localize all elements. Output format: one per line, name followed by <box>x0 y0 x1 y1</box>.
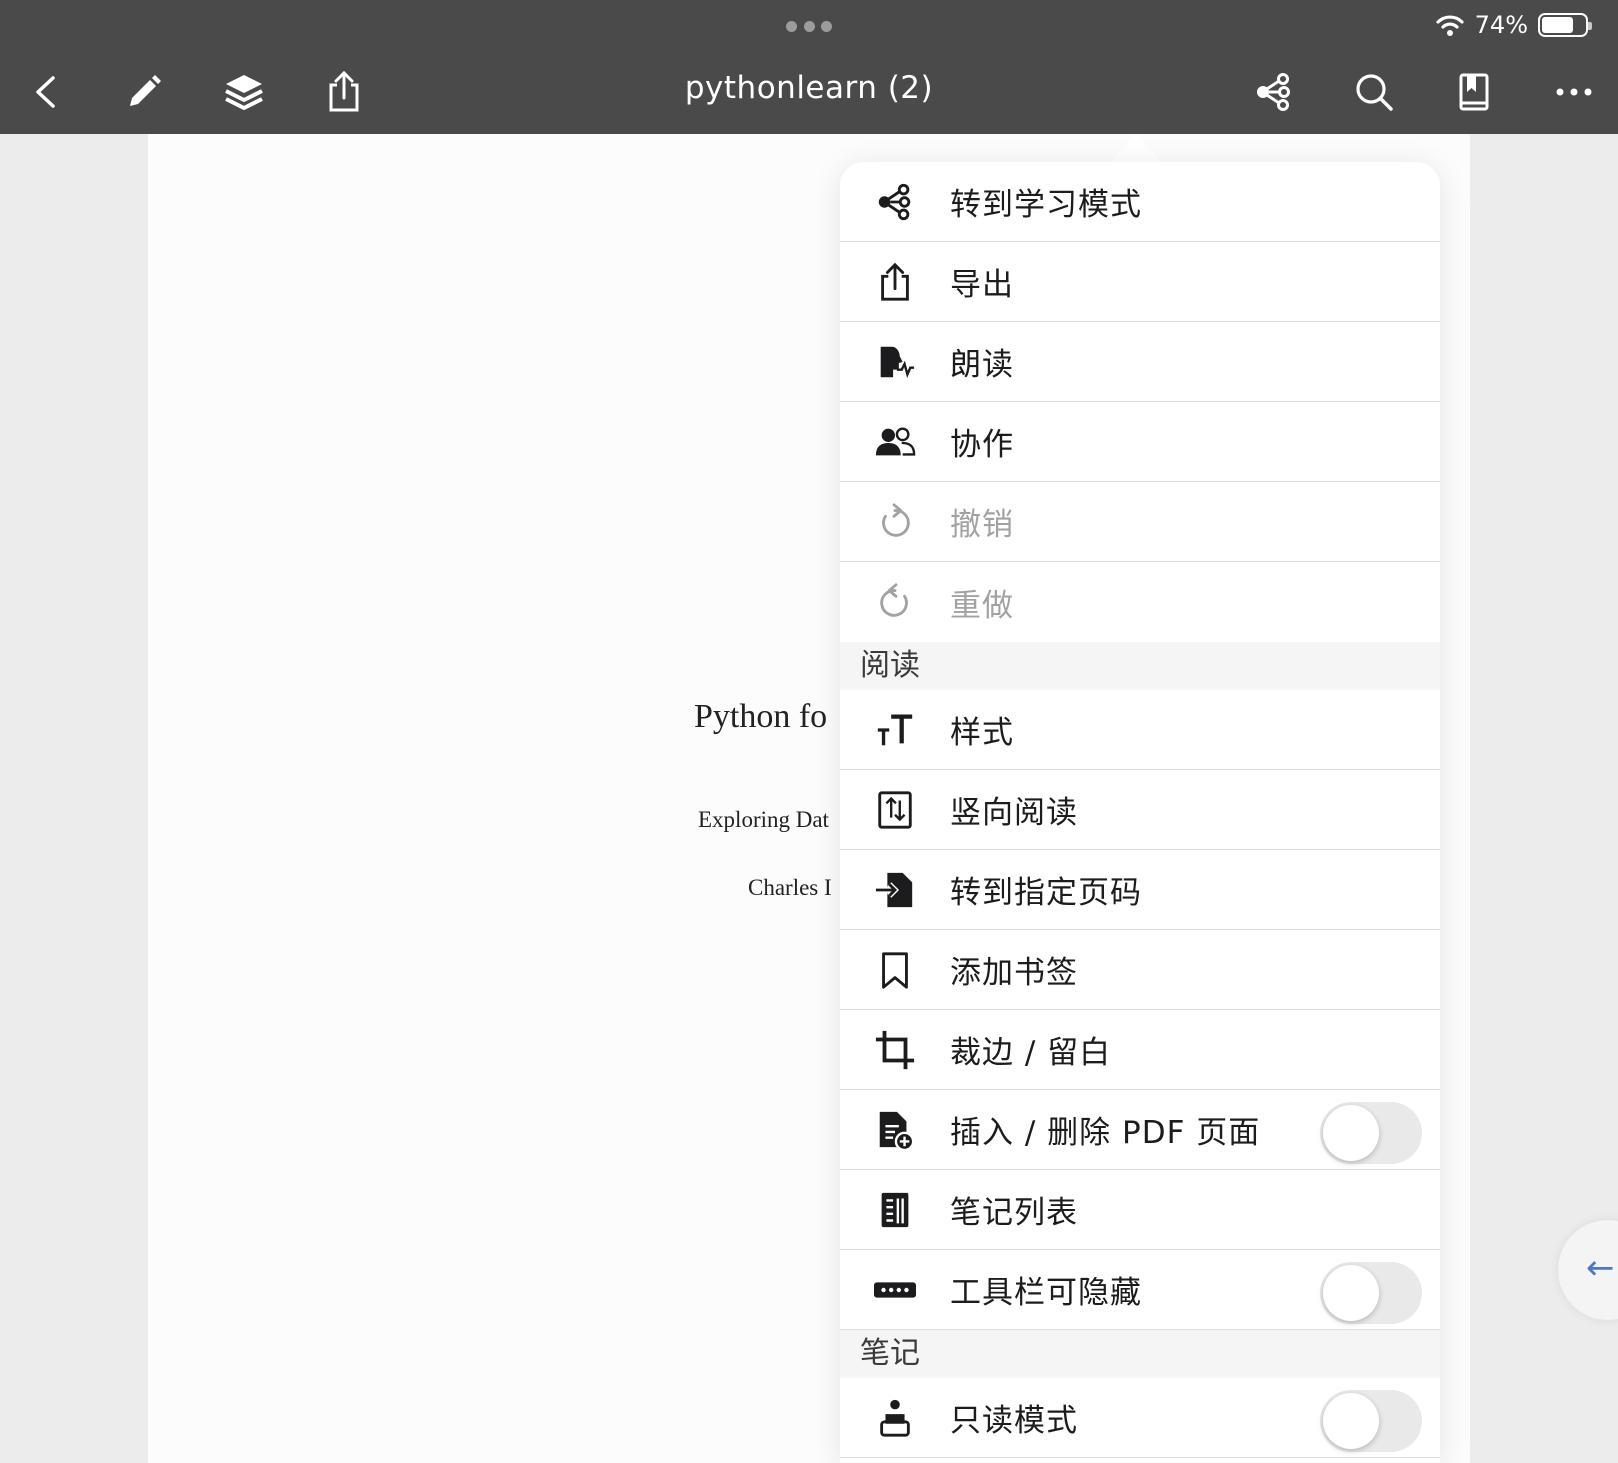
menu-item-label: 重做 <box>950 587 1014 624</box>
menu-item-notes-list[interactable]: 笔记列表 <box>840 1170 1440 1250</box>
book-icon <box>1459 73 1489 111</box>
menu-item-learning-mode[interactable]: 转到学习模式 <box>840 162 1440 242</box>
menu-item-label: 笔记列表 <box>950 1195 1078 1231</box>
menu-item-style[interactable]: 样式 <box>840 690 1440 770</box>
layers-button[interactable] <box>218 66 270 118</box>
undo-icon <box>882 502 910 537</box>
share-button[interactable] <box>318 66 370 118</box>
notes-list-icon <box>881 1192 909 1227</box>
menu-item-add-bookmark[interactable]: 添加书签 <box>840 930 1440 1010</box>
share-icon <box>329 70 359 112</box>
section-header-reading: 阅读 <box>840 642 1440 690</box>
pencil-icon <box>130 75 161 106</box>
status-bar: 74% <box>1435 8 1592 42</box>
popover-arrow <box>1110 134 1162 162</box>
text-style-icon <box>877 713 913 745</box>
search-button[interactable] <box>1348 66 1400 118</box>
side-panel-button[interactable]: ← <box>1558 1220 1618 1320</box>
export-icon <box>881 262 909 301</box>
pdf-add-page-icon <box>879 1111 915 1151</box>
left-arrow-icon: ← <box>1586 1248 1615 1288</box>
vertical-scroll-icon <box>878 790 912 829</box>
menu-item-label: 导出 <box>950 267 1014 303</box>
ellipsis-icon <box>1556 88 1592 96</box>
redo-icon <box>880 583 908 617</box>
menu-item-read-only[interactable]: 只读模式 <box>840 1378 1440 1458</box>
more-button[interactable] <box>1548 66 1600 118</box>
bookmarks-button[interactable] <box>1448 66 1500 118</box>
menu-item-label: 转到指定页码 <box>950 875 1142 911</box>
menu-item-hide-toolbar[interactable]: 工具栏可隐藏 <box>840 1250 1440 1330</box>
document-title: pythonlearn (2) <box>684 70 934 106</box>
wifi-icon <box>1436 15 1464 36</box>
mindmap-icon <box>1257 73 1290 111</box>
chevron-left-icon <box>36 76 55 108</box>
search-icon <box>1356 74 1393 111</box>
bookmark-icon <box>882 951 908 989</box>
menu-item-read-aloud[interactable]: 朗读 <box>840 322 1440 402</box>
pdf-pages-toggle[interactable] <box>1320 1102 1422 1164</box>
menu-item-export[interactable]: 导出 <box>840 242 1440 322</box>
menu-item-go-to-page[interactable]: 转到指定页码 <box>840 850 1440 930</box>
go-to-page-icon <box>875 872 913 907</box>
battery-percentage: 74% <box>1474 11 1528 39</box>
multitasking-handle[interactable] <box>786 20 832 32</box>
menu-item-label: 插入 / 删除 PDF 页面 <box>950 1115 1261 1151</box>
menu-item-label: 工具栏可隐藏 <box>950 1275 1142 1311</box>
menu-item-label: 撤销 <box>950 507 1014 543</box>
read-only-toggle[interactable] <box>1320 1390 1422 1452</box>
menu-item-label: 竖向阅读 <box>950 795 1078 831</box>
crop-icon <box>875 1030 915 1069</box>
back-button[interactable] <box>20 66 72 118</box>
menu-item-label: 样式 <box>950 715 1014 751</box>
menu-item-pdf-pages[interactable]: 插入 / 删除 PDF 页面 <box>840 1090 1440 1170</box>
menu-item-label: 添加书签 <box>950 955 1078 991</box>
hide-toolbar-toggle[interactable] <box>1320 1262 1422 1324</box>
menu-item-label: 朗读 <box>950 347 1014 383</box>
more-options-menu: 转到学习模式 导出 朗读 协作 撤销 重做 阅读 样式 竖向阅读 转到指定页码 … <box>840 162 1440 1463</box>
read-aloud-icon <box>880 346 915 378</box>
menu-item-label: 裁边 / 留白 <box>950 1035 1112 1071</box>
layers-icon <box>225 75 263 110</box>
read-only-icon <box>880 1399 910 1437</box>
menu-item-label: 只读模式 <box>950 1403 1078 1439</box>
toolbar-icon <box>874 1281 916 1298</box>
collaborate-icon <box>875 426 916 456</box>
pen-button[interactable] <box>118 66 170 118</box>
battery-icon <box>1538 13 1592 37</box>
section-header-notes: 笔记 <box>840 1330 1440 1378</box>
battery-level <box>1542 17 1574 33</box>
menu-item-vertical-reading[interactable]: 竖向阅读 <box>840 770 1440 850</box>
top-toolbar: 74% pythonlearn (2) <box>0 0 1618 134</box>
learning-mode-button[interactable] <box>1248 66 1300 118</box>
menu-item-crop[interactable]: 裁边 / 留白 <box>840 1010 1440 1090</box>
menu-item-undo[interactable]: 撤销 <box>840 482 1440 562</box>
menu-item-collaborate[interactable]: 协作 <box>840 402 1440 482</box>
mindmap-icon <box>878 183 911 220</box>
menu-item-label: 转到学习模式 <box>950 187 1142 223</box>
menu-item-label: 协作 <box>950 427 1014 463</box>
menu-item-redo[interactable]: 重做 <box>840 562 1440 642</box>
